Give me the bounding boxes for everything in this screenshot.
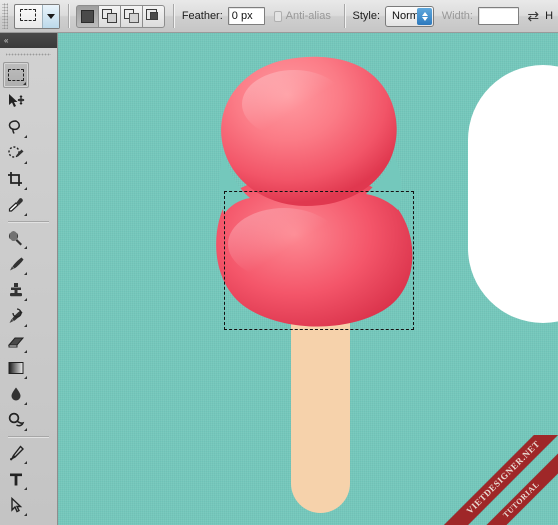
tool-grid (0, 62, 57, 525)
watermark: VIETDESIGNER.NET TUTORIAL (430, 435, 558, 525)
gradient-icon (8, 362, 24, 374)
flyout-corner-icon (24, 187, 27, 190)
style-label: Style: (352, 10, 381, 22)
flyout-corner-icon (24, 350, 27, 353)
type-icon (10, 473, 22, 486)
white-background-shape (468, 65, 558, 323)
dodge-icon (8, 412, 25, 427)
chevron-down-icon[interactable] (41, 4, 59, 28)
tools-panel-drag-grip[interactable] (6, 50, 51, 60)
flyout-corner-icon (24, 487, 27, 490)
flyout-corner-icon (24, 298, 27, 301)
subtract-selection-button[interactable] (120, 4, 144, 28)
style-select[interactable]: Normal (385, 5, 435, 27)
watermark-main-text: VIETDESIGNER.NET (435, 435, 558, 525)
tool-divider-2 (8, 436, 49, 437)
marching-ants-border (224, 191, 414, 330)
quick-selection-icon (8, 146, 24, 158)
clone-stamp-icon (10, 283, 22, 297)
tool-eraser[interactable] (3, 329, 29, 355)
tool-quick-selection[interactable] (3, 140, 29, 166)
add-selection-button[interactable] (98, 4, 122, 28)
tool-eyedropper[interactable] (3, 192, 29, 218)
tool-crop[interactable] (3, 166, 29, 192)
feather-label: Feather: (181, 10, 223, 22)
tool-options-bar: Feather: 0 px Anti-alias Style: Normal W… (0, 0, 558, 33)
pen-icon (10, 445, 24, 461)
tool-gradient[interactable] (3, 355, 29, 381)
tool-divider-1 (8, 221, 49, 222)
flyout-corner-icon (24, 513, 27, 516)
new-selection-icon (81, 9, 95, 23)
flyout-corner-icon (24, 135, 27, 138)
flyout-corner-icon (24, 324, 27, 327)
history-brush-icon (9, 308, 23, 323)
tool-brush[interactable] (3, 251, 29, 277)
add-selection-icon (101, 9, 118, 23)
tool-history-brush[interactable] (3, 303, 29, 329)
tool-lasso[interactable] (3, 114, 29, 140)
marquee-rect-icon (15, 5, 42, 28)
tools-panel: « (0, 33, 58, 525)
intersect-selection-button[interactable] (142, 4, 166, 28)
lasso-icon (8, 120, 20, 134)
tool-pen[interactable] (3, 440, 29, 466)
width-label: Width: (441, 10, 473, 22)
tool-rounded-rectangle[interactable] (3, 518, 29, 525)
width-input[interactable] (477, 7, 520, 25)
options-bar-drag-grip[interactable] (2, 3, 8, 29)
crop-icon (8, 172, 22, 186)
swap-arrows-icon[interactable]: ⇄ (527, 8, 539, 25)
path-selection-arrow-icon (11, 497, 23, 513)
collapse-left-icon[interactable]: « (4, 36, 9, 45)
move-icon (9, 94, 25, 107)
flyout-corner-icon (24, 272, 27, 275)
eraser-icon (7, 337, 25, 348)
eyedropper-icon (8, 198, 23, 212)
tool-spot-healing-brush[interactable] (3, 225, 29, 251)
flyout-corner-icon (24, 246, 27, 249)
flyout-corner-icon (24, 213, 27, 216)
document-canvas[interactable]: VIETDESIGNER.NET TUTORIAL (58, 33, 558, 525)
options-divider-2 (173, 4, 174, 28)
stepper-arrows-icon[interactable] (417, 7, 433, 25)
tool-path-selection[interactable] (3, 492, 29, 518)
brush-icon (10, 257, 24, 271)
photoshop-window: Feather: 0 px Anti-alias Style: Normal W… (0, 0, 558, 525)
intersect-selection-icon (146, 9, 161, 23)
new-selection-button[interactable] (76, 4, 100, 28)
tool-dodge[interactable] (3, 407, 29, 433)
tool-rectangular-marquee[interactable] (3, 62, 29, 88)
options-divider-1 (67, 4, 69, 28)
marquee-selection[interactable] (224, 191, 414, 330)
tool-preset-picker[interactable] (13, 3, 60, 29)
flyout-corner-icon (23, 82, 26, 85)
subtract-selection-icon (123, 9, 140, 23)
tools-panel-header[interactable]: « (0, 33, 57, 48)
flyout-corner-icon (24, 402, 27, 405)
height-label: H (545, 10, 554, 22)
flyout-corner-icon (24, 161, 27, 164)
flyout-corner-icon (24, 461, 27, 464)
options-divider-3 (343, 4, 345, 28)
tool-horizontal-type[interactable] (3, 466, 29, 492)
healing-brush-icon (8, 231, 22, 246)
watermark-sub-text: TUTORIAL (454, 435, 558, 525)
blur-drop-icon (11, 387, 21, 401)
tool-clone-stamp[interactable] (3, 277, 29, 303)
selection-mode-group (76, 4, 166, 28)
anti-alias-label: Anti-alias (285, 10, 331, 22)
anti-alias-checkbox[interactable] (274, 10, 282, 22)
popsicle-highlight-top (242, 70, 346, 138)
feather-input[interactable]: 0 px (227, 7, 266, 25)
flyout-corner-icon (24, 376, 27, 379)
tool-blur[interactable] (3, 381, 29, 407)
marquee-rect-icon (8, 69, 24, 81)
tool-move[interactable] (3, 88, 29, 114)
flyout-corner-icon (24, 428, 27, 431)
